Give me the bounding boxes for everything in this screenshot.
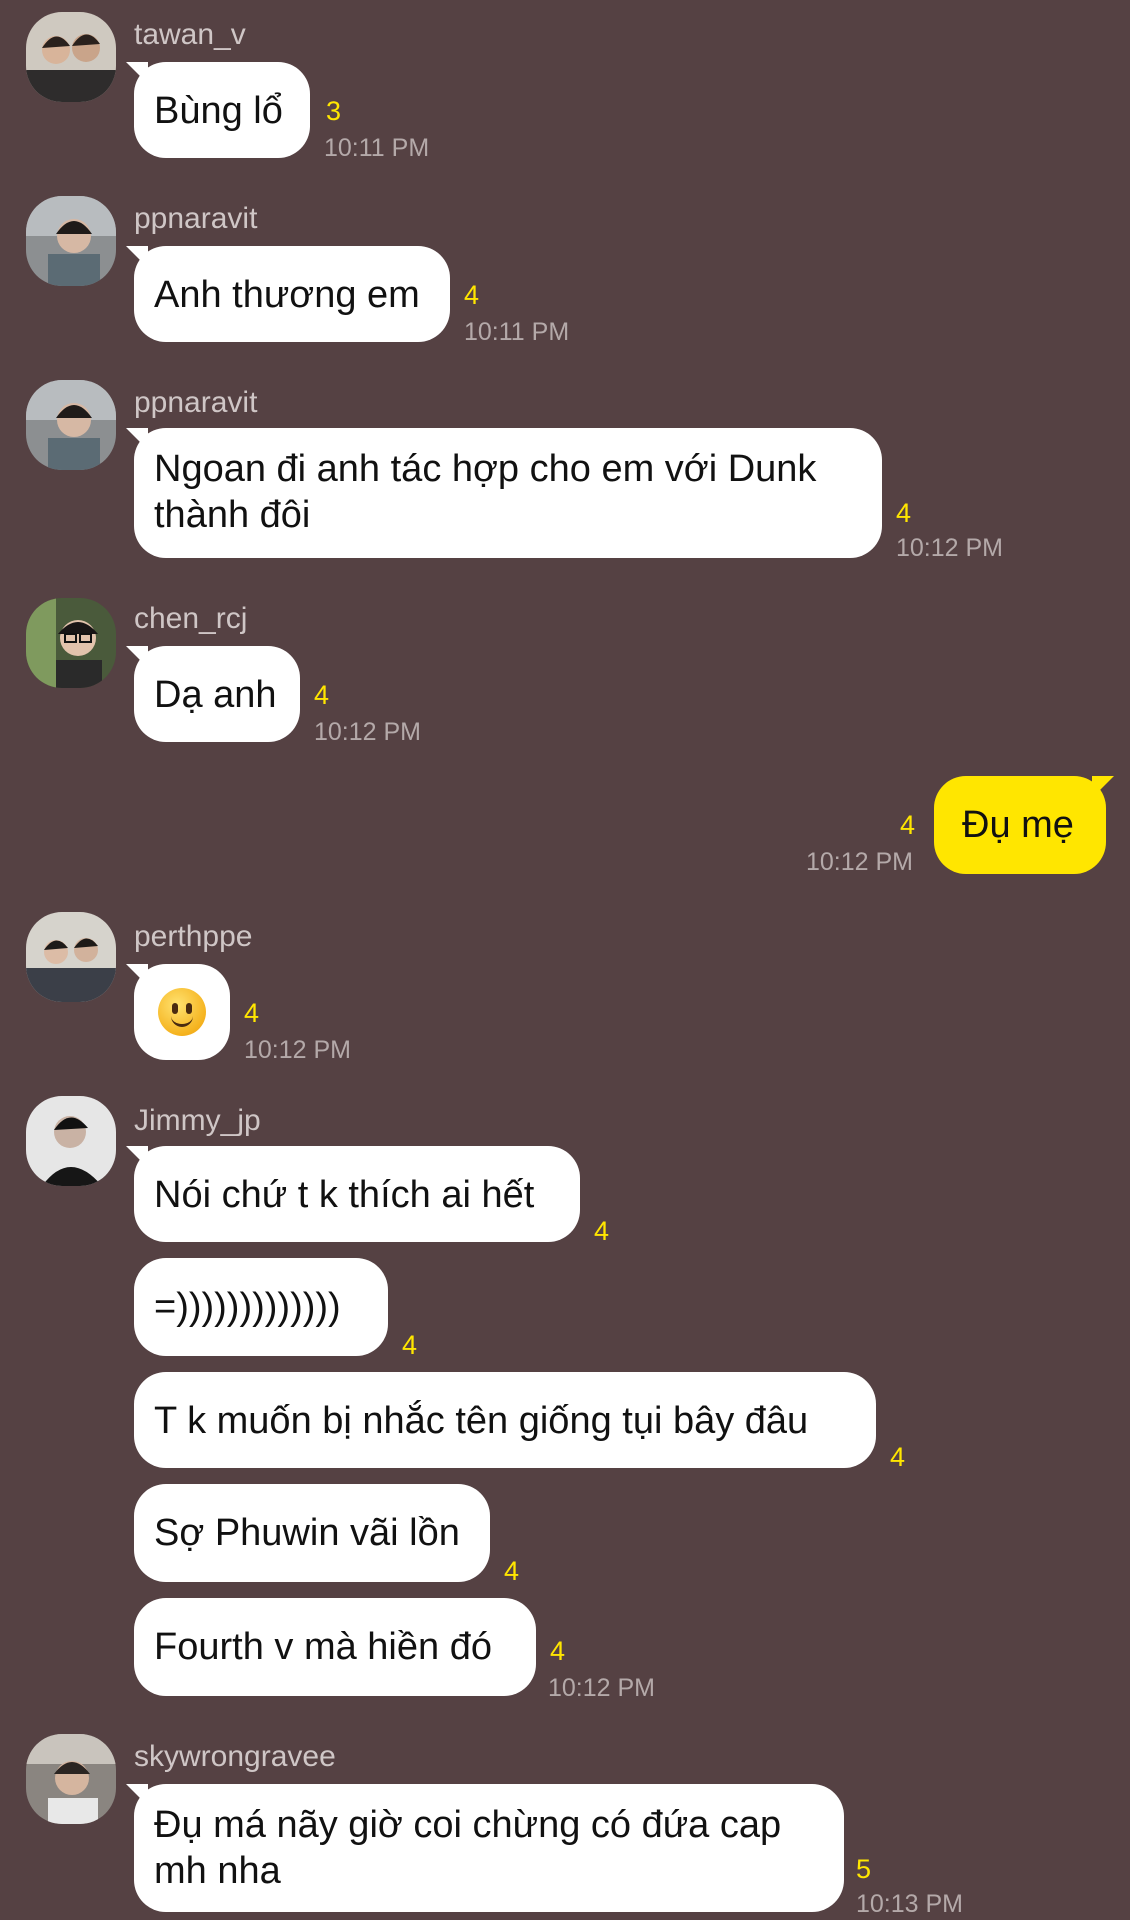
message-text: =))))))))))))) [154,1286,341,1328]
unread-count: 4 [550,1636,566,1666]
sender-name: tawan_v [134,18,246,51]
message-text: Bùng lổ [154,90,283,132]
message-text: Đụ mẹ [962,804,1074,846]
message-bubble[interactable]: Dạ anh [134,646,300,742]
unread-count: 4 [244,998,260,1028]
message-time: 10:12 PM [244,1036,352,1064]
sender-name: skywrongravee [134,1740,336,1773]
unread-count: 5 [856,1854,872,1884]
unread-count: 4 [314,680,330,710]
message-time: 10:12 PM [548,1674,656,1702]
avatar-skywrongravee[interactable] [26,1734,116,1824]
unread-count: 4 [464,280,480,310]
unread-count: 4 [402,1330,418,1360]
message-time: 10:11 PM [464,318,570,346]
my-message-bubble[interactable]: Đụ mẹ [934,776,1106,874]
unread-count: 4 [896,498,912,528]
message-time: 10:12 PM [896,534,1004,562]
message-bubble[interactable]: Fourth v mà hiền đó [134,1598,536,1696]
unread-count: 4 [504,1556,520,1586]
message-bubble[interactable]: Ngoan đi anh tác hợp cho em với Dunk thà… [134,428,882,558]
sender-name: perthppe [134,920,253,953]
sender-name: ppnaravit [134,202,258,235]
unread-count: 4 [900,810,916,840]
avatar-jimmy_jp[interactable] [26,1096,116,1186]
message-time: 10:12 PM [806,848,914,876]
sender-name: chen_rcj [134,602,248,635]
message-time: 10:12 PM [314,718,422,746]
message-text-line: thành đôi [154,494,311,536]
avatar-ppnaravit-2[interactable] [26,380,116,470]
message-text: Sợ Phuwin vãi lồn [154,1512,460,1554]
avatar-perthppe[interactable] [26,912,116,1002]
message-bubble[interactable]: =))))))))))))) [134,1258,388,1356]
message-bubble[interactable]: Đụ má nãy giờ coi chừng có đứa cap mh nh… [134,1784,844,1912]
slightly-smiling-face-icon [158,988,206,1036]
message-bubble[interactable]: Anh thương em [134,246,450,342]
message-time: 10:13 PM [856,1890,964,1918]
message-text: Nói chứ t k thích ai hết [154,1174,535,1216]
unread-count: 3 [326,96,342,126]
message-text-line: mh nha [154,1850,281,1892]
message-text: Fourth v mà hiền đó [154,1626,492,1668]
message-bubble[interactable] [134,964,230,1060]
sender-name: ppnaravit [134,386,258,419]
message-text: Anh thương em [154,274,420,316]
avatar-ppnaravit[interactable] [26,196,116,286]
unread-count: 4 [890,1442,906,1472]
sender-name: Jimmy_jp [134,1104,261,1137]
unread-count: 4 [594,1216,610,1246]
message-bubble[interactable]: Nói chứ t k thích ai hết [134,1146,580,1242]
avatar-chen_rcj[interactable] [26,598,116,688]
message-text-line: Ngoan đi anh tác hợp cho em với Dunk [154,448,817,490]
message-bubble[interactable]: Bùng lổ [134,62,310,158]
avatar-tawan_v[interactable] [26,12,116,102]
message-bubble[interactable]: Sợ Phuwin vãi lồn [134,1484,490,1582]
message-text-line: Đụ má nãy giờ coi chừng có đứa cap [154,1804,782,1846]
message-bubble[interactable]: T k muốn bị nhắc tên giống tụi bây đâu [134,1372,876,1468]
message-text: Dạ anh [154,674,277,716]
message-text: T k muốn bị nhắc tên giống tụi bây đâu [154,1400,809,1442]
message-time: 10:11 PM [324,134,430,162]
